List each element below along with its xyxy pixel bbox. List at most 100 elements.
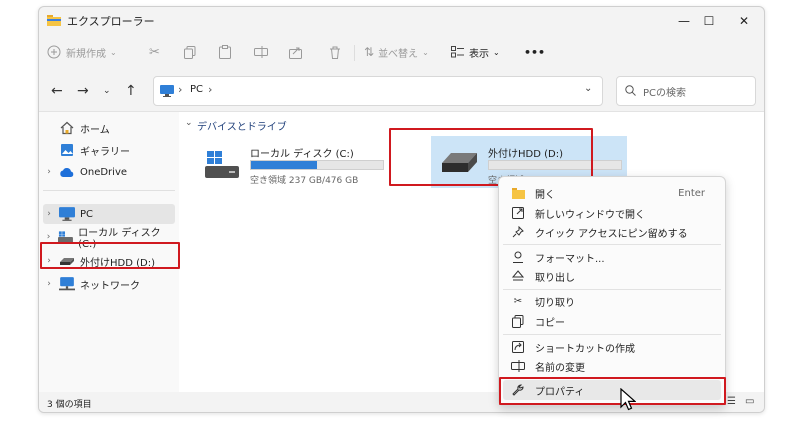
sidebar-item-gallery[interactable]: ギャラリー	[43, 140, 175, 160]
menu-item-label: 新しいウィンドウで開く	[535, 209, 645, 221]
highlight-sidebar-external-drive	[40, 242, 180, 269]
share-button[interactable]	[289, 41, 302, 63]
share-icon	[289, 47, 302, 59]
paste-button[interactable]	[219, 41, 231, 63]
network-icon	[59, 277, 75, 291]
address-dropdown-icon[interactable]: ⌄	[584, 83, 592, 94]
chevron-right-icon[interactable]: ›	[43, 209, 55, 219]
cloud-icon	[60, 167, 74, 177]
chevron-right-icon[interactable]: ›	[43, 167, 55, 177]
sidebar-item-home[interactable]: ホーム	[43, 118, 175, 138]
menu-item-cut[interactable]: ✂ 切り取り	[503, 291, 721, 311]
new-button[interactable]: 新規作成 ⌄	[47, 41, 117, 63]
search-input[interactable]: PCの検索	[643, 84, 686, 99]
menu-item-copy[interactable]: コピー	[503, 311, 721, 331]
title-bar: エクスプローラー — ☐ ✕	[39, 7, 764, 35]
drive-usage-bar	[250, 160, 384, 170]
sidebar-item-label: PC	[80, 208, 94, 220]
menu-item-create-shortcut[interactable]: ショートカットの作成	[503, 337, 721, 357]
menu-item-pin-quick-access[interactable]: クイック アクセスにピン留めする	[503, 222, 721, 242]
menu-item-open[interactable]: 開く Enter	[503, 183, 721, 203]
arrow-left-icon: ←	[51, 83, 63, 99]
delete-button[interactable]	[329, 41, 341, 63]
more-icon: •••	[524, 45, 546, 59]
chevron-down-icon[interactable]: ⌄	[185, 118, 193, 128]
view-button[interactable]: 表示 ⌄	[451, 41, 500, 63]
folder-icon	[511, 187, 525, 199]
back-button[interactable]: ←	[51, 83, 63, 99]
sidebar-item-label: ギャラリー	[80, 146, 130, 158]
close-button[interactable]: ✕	[724, 7, 764, 35]
shortcut-icon	[512, 341, 524, 353]
sort-icon: ⇅	[364, 45, 375, 59]
copy-button[interactable]	[184, 41, 196, 63]
sidebar-item-onedrive[interactable]: › OneDrive	[43, 162, 175, 182]
chevron-down-icon: ⌄	[110, 47, 117, 57]
tiles-view-icon[interactable]: ▭	[745, 396, 754, 407]
menu-item-label: クイック アクセスにピン留めする	[535, 228, 688, 240]
breadcrumb-pc[interactable]: PC	[190, 84, 203, 95]
recent-locations-button[interactable]: ⌄	[103, 86, 111, 96]
chevron-right-icon[interactable]: ›	[43, 279, 55, 289]
menu-item-rename[interactable]: 名前の変更	[503, 356, 721, 376]
windows-drive-icon	[205, 151, 239, 178]
rename-icon	[511, 360, 525, 372]
up-button[interactable]: ↑	[125, 83, 137, 99]
menu-item-label: 切り取り	[535, 297, 575, 309]
cut-button[interactable]: ✂	[149, 41, 160, 63]
address-row: ← → ⌄ ↑ › PC › ⌄ PCの検索	[39, 71, 764, 112]
search-icon	[625, 85, 636, 96]
monitor-icon	[59, 207, 75, 221]
forward-button[interactable]: →	[77, 83, 89, 99]
address-bar[interactable]: › PC › ⌄	[153, 76, 603, 106]
folder-icon	[47, 15, 61, 26]
menu-item-label: 名前の変更	[535, 362, 585, 374]
chevron-down-icon: ⌄	[103, 86, 111, 96]
toolbar-divider	[354, 45, 355, 61]
sort-button[interactable]: ⇅ 並べ替え ⌄	[364, 41, 429, 63]
sidebar-item-pc[interactable]: › PC	[43, 204, 175, 224]
chevron-right-icon[interactable]: ›	[43, 232, 54, 242]
drive-usage-fill	[251, 161, 317, 169]
sort-button-label: 並べ替え	[378, 48, 419, 60]
menu-item-format[interactable]: フォーマット...	[503, 247, 721, 267]
arrow-up-icon: ↑	[125, 83, 137, 99]
home-icon	[60, 121, 74, 135]
menu-shortcut: Enter	[678, 187, 705, 199]
scissors-icon: ✂	[513, 295, 523, 307]
sidebar-item-label: ホーム	[80, 124, 110, 136]
maximize-button[interactable]: ☐	[689, 7, 729, 35]
pin-icon	[512, 226, 524, 238]
menu-item-label: 取り出し	[535, 272, 575, 284]
mouse-cursor-icon	[620, 388, 636, 411]
chevron-down-icon: ⌄	[422, 47, 429, 57]
item-count: 3 個の項目	[47, 400, 92, 410]
view-list-icon	[451, 46, 464, 58]
command-bar: 新規作成 ⌄ ✂ ⇅ 並べ替え ⌄ 表示 ⌄ •••	[39, 37, 764, 67]
highlight-properties	[499, 377, 726, 405]
gallery-icon	[61, 144, 73, 156]
chevron-down-icon: ⌄	[493, 47, 500, 57]
sidebar-item-network[interactable]: › ネットワーク	[43, 274, 175, 294]
open-window-icon	[512, 207, 524, 219]
context-menu: 開く Enter 新しいウィンドウで開く クイック アクセスにピン留めする フォ…	[498, 176, 726, 406]
menu-separator	[503, 334, 721, 335]
copy-icon	[512, 314, 524, 328]
drive-space-text: 空き領域 237 GB/476 GB	[250, 176, 359, 186]
monitor-icon	[160, 85, 174, 97]
more-button[interactable]: •••	[524, 41, 545, 63]
format-icon	[513, 251, 523, 263]
menu-separator	[503, 289, 721, 290]
close-icon: ✕	[738, 14, 750, 28]
menu-item-eject[interactable]: 取り出し	[503, 266, 721, 286]
rename-icon	[254, 46, 268, 58]
rename-button[interactable]	[254, 41, 268, 63]
group-header-devices: デバイスとドライブ	[197, 122, 287, 133]
window-title: エクスプローラー	[67, 15, 155, 28]
sidebar-item-label: ネットワーク	[80, 280, 140, 292]
details-view-icon[interactable]: ☰	[727, 396, 736, 407]
drive-item-local-disk-c[interactable]: ローカル ディスク (C:) 空き領域 237 GB/476 GB	[203, 142, 393, 192]
menu-item-label: フォーマット...	[535, 253, 605, 265]
search-box[interactable]: PCの検索	[616, 76, 756, 106]
menu-item-open-new-window[interactable]: 新しいウィンドウで開く	[503, 203, 721, 223]
